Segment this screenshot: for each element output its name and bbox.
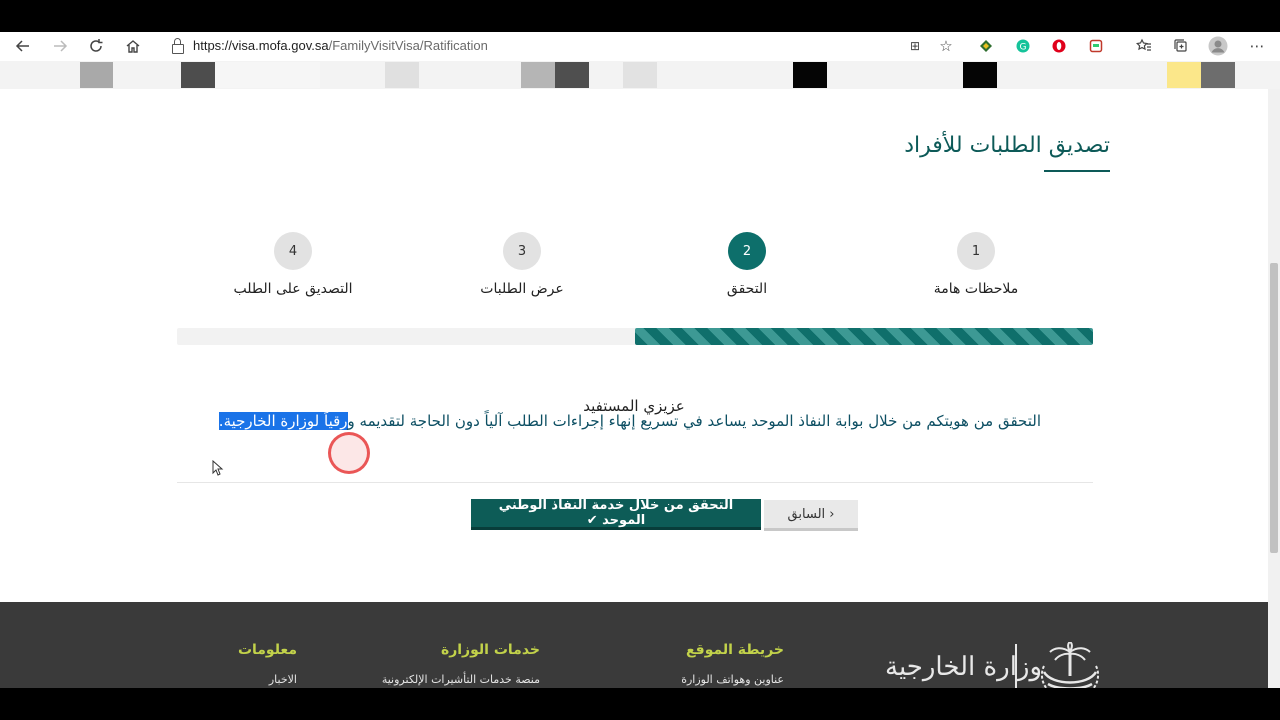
scrollbar-thumb[interactable] [1270, 263, 1278, 553]
footer-heading-info: معلومات [237, 642, 297, 658]
shield-extension-icon[interactable] [1086, 36, 1106, 56]
page-content: تصديق الطلبات للأفراد 1 ملاحظات هامة 2 ا… [0, 89, 1268, 688]
collections-icon[interactable] [1171, 36, 1191, 56]
step-1[interactable]: 1 ملاحظات هامة [876, 232, 1076, 297]
nafath-verify-button[interactable]: التحقق من خلال خدمة النفاذ الوطني الموحد… [471, 498, 761, 530]
footer-heading-services: خدمات الوزارة [440, 642, 540, 658]
back-arrow-icon[interactable] [13, 36, 33, 56]
browser-toolbar: https://visa.mofa.gov.sa/FamilyVisitVisa… [0, 32, 1280, 60]
bookmark-item[interactable] [521, 62, 555, 88]
progress-bar-fill [635, 328, 1093, 345]
home-icon[interactable] [123, 36, 143, 56]
step-label: عرض الطلبات [480, 281, 564, 297]
more-icon[interactable]: ⋯ [1247, 36, 1267, 56]
reload-icon[interactable] [86, 36, 106, 56]
bookmark-item[interactable] [623, 62, 657, 88]
bookmark-item[interactable] [793, 62, 827, 88]
star-icon[interactable]: ☆ [936, 36, 956, 56]
step-number: 4 [274, 232, 312, 270]
svg-text:G: G [1020, 43, 1027, 53]
site-footer: وزارة الخارجية خريطة الموقع عناوين وهوات… [0, 602, 1268, 688]
footer-heading-sitemap: خريطة الموقع [685, 642, 784, 658]
step-2[interactable]: 2 التحقق [647, 232, 847, 297]
divider [177, 482, 1093, 483]
progress-bar [177, 328, 1093, 345]
footer-link-addresses[interactable]: عناوين وهواتف الوزارة [681, 673, 784, 686]
bookmark-item[interactable] [80, 62, 113, 88]
profile-icon[interactable] [1208, 36, 1228, 56]
click-indicator [328, 432, 370, 474]
previous-button[interactable]: ‹ السابق [764, 500, 858, 531]
selected-text: رقياً لوزارة الخارجية. [218, 412, 348, 430]
lock-icon [172, 38, 184, 54]
step-label: ملاحظات هامة [933, 281, 1019, 297]
opera-icon[interactable] [1049, 36, 1069, 56]
page-scrollbar[interactable] [1268, 89, 1280, 688]
step-4[interactable]: 4 التصديق على الطلب [193, 232, 393, 297]
bookmarks-bar [0, 61, 1280, 89]
bookmark-item[interactable] [215, 62, 320, 88]
step-label: التصديق على الطلب [233, 281, 353, 297]
ministry-logo-text: وزارة الخارجية [885, 652, 1043, 682]
bookmark-item[interactable] [1167, 62, 1201, 88]
url-text: https://visa.mofa.gov.sa/FamilyVisitVisa… [193, 38, 488, 53]
title-underline [1044, 170, 1110, 172]
bookmark-item[interactable] [181, 62, 215, 88]
bookmark-item[interactable] [963, 62, 997, 88]
step-3[interactable]: 3 عرض الطلبات [422, 232, 622, 297]
extension-icon[interactable] [976, 36, 996, 56]
step-number: 2 [728, 232, 766, 270]
mouse-cursor-icon [212, 459, 224, 476]
footer-link-evisa-platform[interactable]: منصة خدمات التأشيرات الإلكترونية [382, 673, 540, 686]
step-number: 3 [503, 232, 541, 270]
favorites-icon[interactable] [1134, 36, 1154, 56]
grammarly-icon[interactable]: G [1013, 36, 1033, 56]
bookmark-item[interactable] [1201, 62, 1235, 88]
page-title: تصديق الطلبات للأفراد [904, 133, 1110, 158]
browser-window: https://visa.mofa.gov.sa/FamilyVisitVisa… [0, 32, 1280, 688]
step-number: 1 [957, 232, 995, 270]
step-label: التحقق [726, 281, 768, 297]
forward-arrow-icon[interactable] [50, 36, 70, 56]
verification-message: التحقق من هويتكم من خلال بوابة النفاذ ال… [218, 412, 1041, 430]
footer-link-news[interactable]: الاخبار [269, 673, 297, 686]
bookmark-item[interactable] [555, 62, 589, 88]
bookmark-item[interactable] [385, 62, 419, 88]
address-bar[interactable]: https://visa.mofa.gov.sa/FamilyVisitVisa… [160, 35, 960, 57]
translate-icon[interactable]: ⊞ [905, 36, 925, 56]
